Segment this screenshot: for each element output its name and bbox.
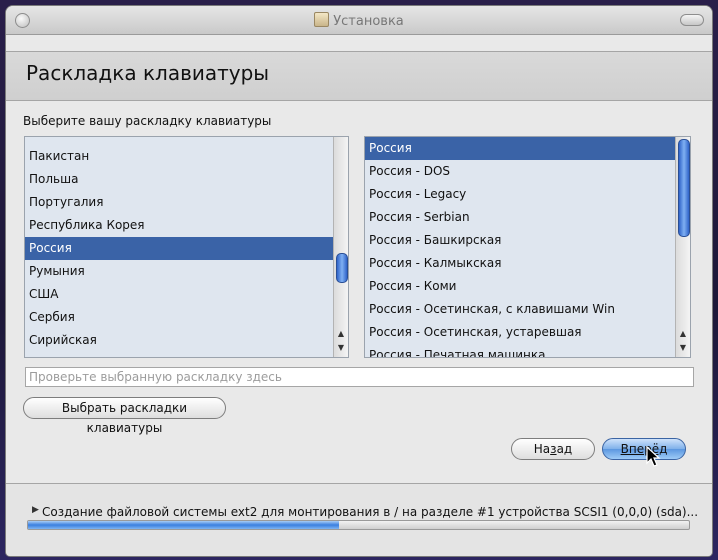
country-scroll-thumb[interactable] bbox=[336, 253, 348, 283]
variant-scrollbar[interactable]: ▲ ▼ bbox=[675, 137, 690, 357]
variant-item[interactable]: Россия - Осетинская, с клавишами Win bbox=[365, 298, 676, 321]
country-item[interactable]: Польша bbox=[25, 168, 334, 191]
country-list[interactable]: Пакистан Польша Португалия Республика Корея… bbox=[24, 136, 349, 358]
layout-test-input[interactable]: Проверьте выбранную раскладку здесь bbox=[25, 367, 694, 387]
country-item[interactable]: Португалия bbox=[25, 191, 334, 214]
variant-item[interactable]: Россия - Serbian bbox=[365, 206, 676, 229]
variant-item[interactable]: Россия - Печатная машинка bbox=[365, 344, 676, 357]
back-button[interactable]: Назад bbox=[511, 438, 595, 460]
variant-item[interactable]: Россия - Калмыкская bbox=[365, 252, 676, 275]
window-title: Установка bbox=[6, 12, 712, 29]
variant-item[interactable]: Россия - Башкирская bbox=[365, 229, 676, 252]
variant-item[interactable]: Россия - Осетинская, устаревшая bbox=[365, 321, 676, 344]
variant-scroll-thumb[interactable] bbox=[678, 139, 690, 237]
scroll-down-arrow-icon[interactable]: ▼ bbox=[334, 341, 348, 355]
country-item[interactable]: США bbox=[25, 283, 334, 306]
country-item[interactable]: Россия bbox=[25, 237, 334, 260]
country-item[interactable]: Румыния bbox=[25, 260, 334, 283]
page-header: Раскладка клавиатуры bbox=[6, 51, 712, 101]
installer-icon bbox=[314, 12, 330, 27]
layout-prompt: Выберите вашу раскладку клавиатуры bbox=[23, 114, 272, 128]
scroll-up-arrow-icon[interactable]: ▲ bbox=[676, 327, 690, 341]
back-button-label: Назад bbox=[533, 442, 573, 456]
country-item[interactable]: Сербия bbox=[25, 306, 334, 329]
country-item[interactable]: Пакистан bbox=[25, 145, 334, 168]
variant-list[interactable]: Россия Россия - DOS Россия - Legacy Россия … bbox=[364, 136, 691, 358]
country-scrollbar[interactable]: ▲ ▼ bbox=[333, 137, 348, 357]
disclosure-triangle-icon[interactable]: ▶ bbox=[32, 505, 39, 515]
toolbar-toggle-button[interactable] bbox=[680, 14, 704, 26]
status-text: Создание файловой системы ext2 для монти… bbox=[42, 505, 698, 519]
scroll-down-arrow-icon[interactable]: ▼ bbox=[676, 341, 690, 355]
variant-item[interactable]: Россия - DOS bbox=[365, 160, 676, 183]
country-item[interactable]: Республика Корея bbox=[25, 214, 334, 237]
choose-layouts-button[interactable]: Выбрать раскладки клавиатуры bbox=[23, 397, 226, 435]
installer-window: Установка Раскладка клавиатуры Выберите … bbox=[6, 6, 712, 556]
variant-item[interactable]: Россия - Коми bbox=[365, 275, 676, 298]
variant-item[interactable]: Россия - Legacy bbox=[365, 183, 676, 206]
status-message: Создание файловой системы ext2 для монти… bbox=[42, 505, 699, 519]
variant-item[interactable]: Россия bbox=[365, 137, 676, 160]
scroll-up-arrow-icon[interactable]: ▲ bbox=[334, 327, 348, 341]
title-bar[interactable]: Установка bbox=[6, 6, 712, 35]
country-item[interactable]: Сирийская bbox=[25, 329, 334, 352]
mouse-pointer-icon bbox=[646, 446, 661, 467]
window-title-text: Установка bbox=[333, 14, 404, 29]
forward-button[interactable]: Вперёд bbox=[602, 438, 686, 460]
install-progress-fill bbox=[28, 521, 339, 529]
page-title: Раскладка клавиатуры bbox=[26, 61, 270, 85]
install-progress-bar bbox=[27, 520, 690, 530]
